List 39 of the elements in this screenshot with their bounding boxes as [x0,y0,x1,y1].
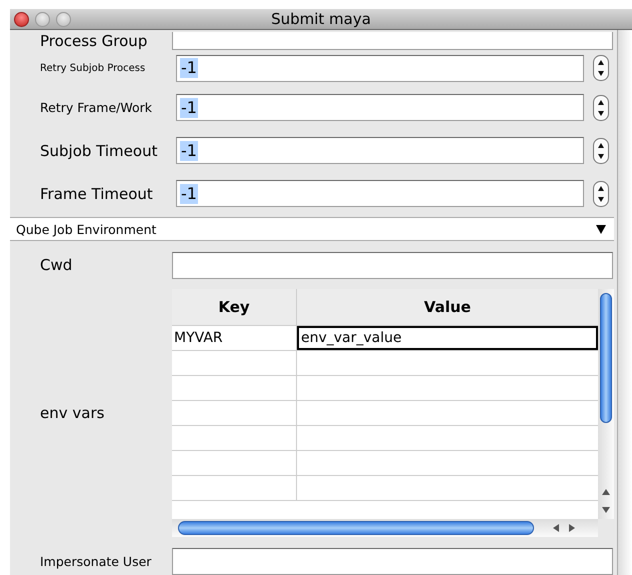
table-cell[interactable]: env_var_value [297,326,598,350]
field-label: Subjob Timeout [39,142,158,160]
column-header[interactable]: Key [172,289,297,325]
stepper-icon[interactable] [593,94,609,120]
scroll-left-icon[interactable] [552,524,560,532]
close-button[interactable] [14,12,29,26]
stepper-icon[interactable] [593,180,609,206]
column-header[interactable]: Value [297,289,598,325]
text-field[interactable] [172,32,613,50]
field-label: Cwd [39,256,74,274]
field-label: Frame Timeout [39,184,154,202]
stepper-icon[interactable] [593,55,609,81]
field-label: Process Group [39,32,148,50]
number-field[interactable]: -1 [176,94,584,121]
scroll-down-icon[interactable] [602,506,610,514]
field-label: Impersonate User [39,554,152,571]
number-field[interactable]: -1 [176,180,584,207]
table-cell[interactable]: MYVAR [172,326,297,350]
window-scrollbar[interactable] [617,30,632,575]
number-field[interactable]: -1 [176,137,584,164]
triangle-down-icon[interactable] [596,224,606,234]
field-value: -1 [180,98,198,118]
number-field[interactable]: -1 [176,54,584,82]
field-value: -1 [180,184,198,204]
text-field[interactable] [172,548,613,575]
scroll-right-icon[interactable] [568,524,576,532]
scroll-up-icon[interactable] [602,488,610,496]
field-label: Retry Subjob Process [39,62,146,74]
vertical-scrollbar[interactable] [598,289,614,519]
horizontal-scrollbar[interactable] [172,519,598,537]
stepper-icon[interactable] [593,138,609,164]
section-header[interactable]: Qube Job Environment [10,217,614,241]
field-value: -1 [180,58,198,78]
field-value: -1 [180,140,198,160]
section-title: Qube Job Environment [16,222,156,236]
window-title: Submit maya [271,10,371,28]
text-field[interactable] [172,252,613,278]
field-label: env vars [39,404,106,422]
field-label: Retry Frame/Work [39,100,154,115]
